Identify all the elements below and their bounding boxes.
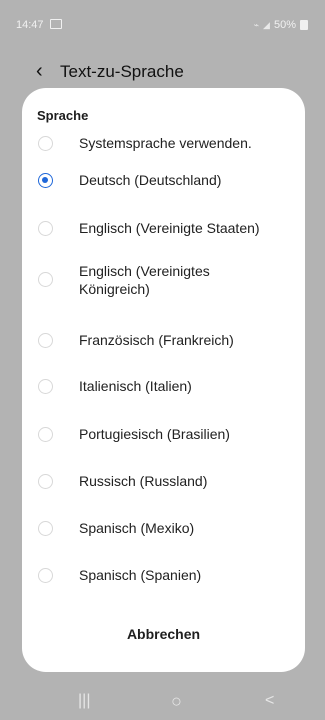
back-nav-icon[interactable]: < bbox=[265, 693, 274, 709]
status-indicators: ⌁ ◢ 50% bbox=[254, 19, 308, 31]
radio-button[interactable] bbox=[38, 272, 53, 287]
radio-button[interactable] bbox=[38, 521, 53, 536]
image-notification-icon bbox=[50, 19, 62, 29]
language-option-french[interactable]: Französisch (Frankreich) bbox=[22, 331, 305, 367]
language-option-english-us[interactable]: Englisch (Vereinigte Staaten) bbox=[22, 219, 305, 255]
option-label: Deutsch (Deutschland) bbox=[79, 172, 222, 188]
signal-icon: ◢ bbox=[263, 19, 270, 30]
language-option-spanish-mexico[interactable]: Spanisch (Mexiko) bbox=[22, 519, 305, 555]
radio-button[interactable] bbox=[38, 568, 53, 583]
screen: { "status_bar": { "time": "14:47", "batt… bbox=[0, 0, 325, 720]
language-option-list: Systemsprache verwenden. Deutsch (Deutsc… bbox=[22, 88, 305, 672]
language-option-system[interactable]: Systemsprache verwenden. bbox=[22, 134, 305, 170]
navigation-bar: ||| ○ < bbox=[0, 685, 325, 720]
radio-button[interactable] bbox=[38, 136, 53, 151]
language-option-russian[interactable]: Russisch (Russland) bbox=[22, 472, 305, 508]
language-option-deutsch[interactable]: Deutsch (Deutschland) bbox=[22, 171, 305, 207]
language-option-portuguese[interactable]: Portugiesisch (Brasilien) bbox=[22, 425, 305, 461]
option-label: Französisch (Frankreich) bbox=[79, 332, 234, 348]
language-dialog: Sprache Systemsprache verwenden. Deutsch… bbox=[22, 88, 305, 672]
radio-button[interactable] bbox=[38, 379, 53, 394]
option-label: Englisch (Vereinigtes Königreich) bbox=[79, 263, 210, 297]
battery-percentage: 50% bbox=[273, 19, 296, 31]
language-option-spanish-spain[interactable]: Spanisch (Spanien) bbox=[22, 566, 305, 602]
radio-button[interactable] bbox=[38, 474, 53, 489]
status-time: 14:47 bbox=[16, 19, 44, 31]
option-label: Spanisch (Spanien) bbox=[79, 567, 202, 583]
radio-button[interactable] bbox=[38, 173, 53, 188]
app-header: ‹ Text-zu-Sprache bbox=[0, 57, 325, 87]
back-icon[interactable]: ‹ bbox=[36, 61, 43, 81]
cancel-button[interactable]: Abbrechen bbox=[22, 626, 305, 642]
home-icon[interactable]: ○ bbox=[171, 692, 182, 710]
recent-apps-icon[interactable]: ||| bbox=[78, 693, 90, 709]
language-option-italian[interactable]: Italienisch (Italien) bbox=[22, 377, 305, 413]
option-label: Italienisch (Italien) bbox=[79, 378, 192, 394]
status-bar: 14:47 ⌁ ◢ 50% bbox=[0, 0, 325, 44]
battery-icon bbox=[300, 20, 308, 30]
option-label: Englisch (Vereinigte Staaten) bbox=[79, 220, 260, 236]
option-label: Russisch (Russland) bbox=[79, 473, 208, 489]
page-title: Text-zu-Sprache bbox=[60, 62, 184, 81]
option-label: Systemsprache verwenden. bbox=[79, 135, 252, 151]
radio-button[interactable] bbox=[38, 427, 53, 442]
option-label: Spanisch (Mexiko) bbox=[79, 520, 195, 536]
language-option-english-uk[interactable]: Englisch (Vereinigtes Königreich) bbox=[22, 262, 305, 298]
radio-button[interactable] bbox=[38, 221, 53, 236]
option-label: Portugiesisch (Brasilien) bbox=[79, 426, 230, 442]
wifi-icon: ⌁ bbox=[253, 19, 260, 30]
radio-button[interactable] bbox=[38, 333, 53, 348]
